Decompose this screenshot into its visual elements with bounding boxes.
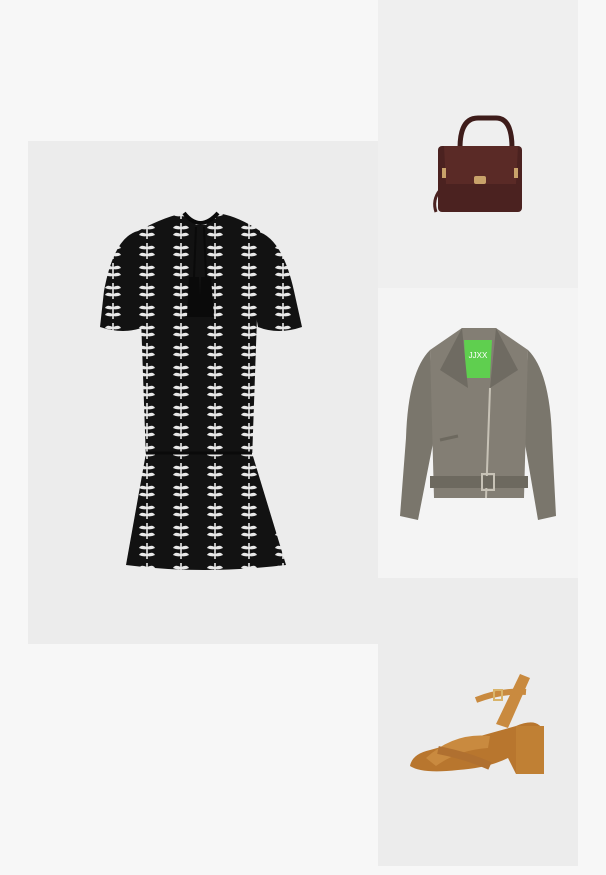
handbag-product-tile[interactable]: [378, 0, 578, 288]
dress-product-tile[interactable]: [28, 141, 378, 644]
jacket-lining-label: JJXX: [469, 351, 488, 360]
jacket-product-tile[interactable]: JJXX: [378, 288, 578, 578]
sandal-product-tile[interactable]: [378, 578, 578, 866]
handbag-image: [433, 115, 522, 213]
jacket-image: JJXX: [400, 328, 556, 520]
dress-image: [100, 211, 302, 570]
sandal-image: [410, 674, 544, 774]
